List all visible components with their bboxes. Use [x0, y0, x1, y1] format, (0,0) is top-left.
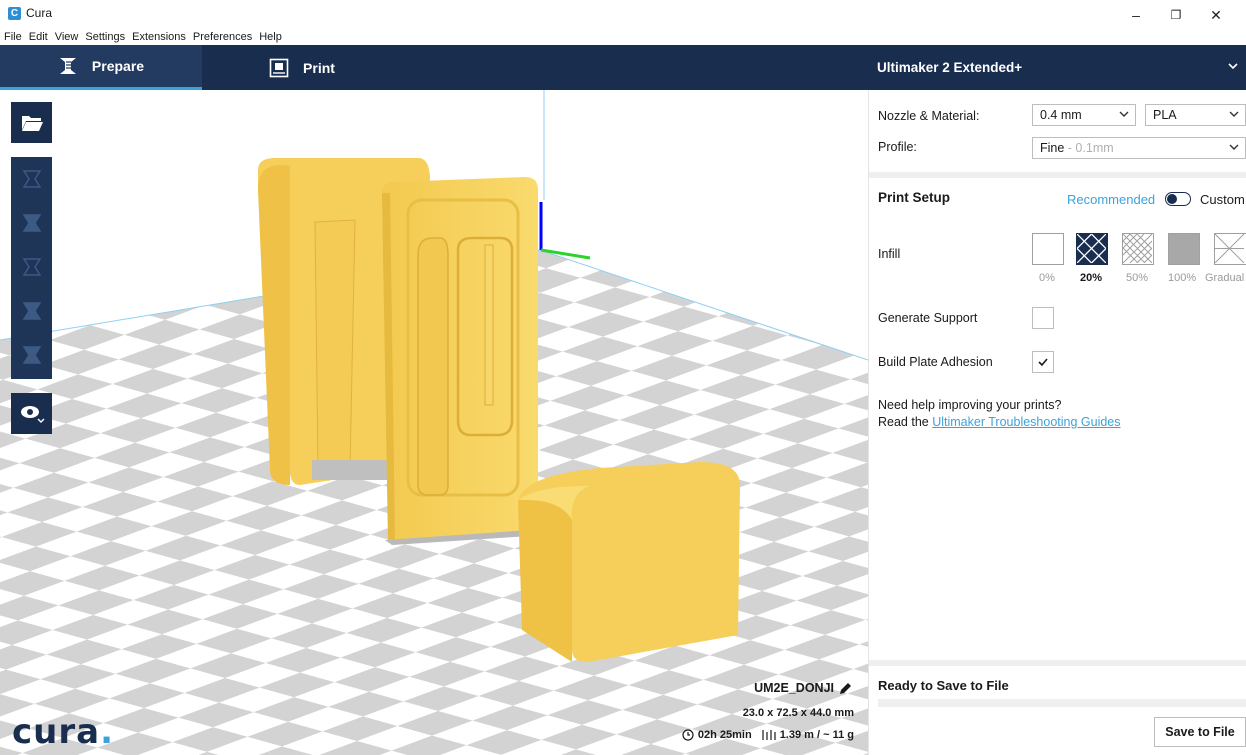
job-name: UM2E_DONJI — [754, 681, 834, 695]
eye-icon — [20, 405, 44, 423]
generate-support-label: Generate Support — [878, 311, 978, 325]
menu-help[interactable]: Help — [255, 29, 285, 45]
machine-selector[interactable]: Ultimaker 2 Extended+ — [877, 45, 1022, 90]
view-mode-button[interactable] — [11, 393, 52, 434]
infill-20-label: 20% — [1080, 272, 1103, 284]
layers-icon — [59, 58, 76, 74]
ready-status: Ready to Save to File — [878, 678, 1009, 693]
move-icon[interactable] — [22, 170, 41, 188]
infill-gradual-label: Gradual — [1205, 272, 1245, 284]
edit-pencil-icon[interactable] — [838, 682, 852, 696]
infill-50-button[interactable] — [1122, 233, 1154, 265]
settings-sidebar: Nozzle & Material: 0.4 mm PLA Profile: F… — [868, 90, 1246, 755]
separator — [869, 172, 1246, 178]
maximize-button[interactable]: ❐ — [1158, 4, 1194, 26]
tab-prepare[interactable]: Prepare — [0, 45, 202, 90]
menu-bar: File Edit View Settings Extensions Prefe… — [0, 29, 285, 45]
material-select[interactable]: PLA — [1145, 104, 1246, 126]
menu-view[interactable]: View — [51, 29, 82, 45]
window-title: Cura — [26, 6, 53, 20]
top-toolbar: Prepare Print Ultimaker 2 Extended+ — [0, 45, 1246, 90]
slicing-progress-bar — [878, 699, 1246, 707]
model-dimensions: 23.0 x 72.5 x 44.0 mm — [742, 707, 854, 719]
profile-select[interactable]: Fine - 0.1mm — [1032, 137, 1246, 159]
infill-0-label: 0% — [1039, 272, 1055, 284]
mirror-icon[interactable] — [22, 302, 41, 320]
infill-sparse-icon — [1076, 233, 1107, 264]
nozzle-select[interactable]: 0.4 mm — [1032, 104, 1136, 126]
separator — [869, 660, 1246, 666]
checkmark-icon — [1038, 358, 1048, 367]
chevron-down-icon — [1229, 144, 1239, 150]
infill-100-button[interactable] — [1168, 233, 1200, 265]
infill-dense-icon — [1122, 233, 1153, 264]
transform-tool-icons — [22, 170, 41, 364]
troubleshooting-guides-link[interactable]: Ultimaker Troubleshooting Guides — [932, 415, 1120, 429]
infill-100-label: 100% — [1168, 272, 1197, 284]
monitor-icon — [269, 58, 289, 77]
infill-gradual-button[interactable] — [1214, 233, 1246, 265]
per-model-settings-icon[interactable] — [22, 346, 41, 364]
tab-prepare-label: Prepare — [91, 58, 145, 74]
scale-icon[interactable] — [22, 214, 41, 232]
chevron-down-icon — [1229, 111, 1239, 117]
toggle-knob — [1167, 194, 1177, 204]
open-file-icon — [21, 115, 43, 131]
tab-print-label: Print — [303, 59, 335, 76]
clock-icon — [682, 729, 694, 741]
mode-recommended[interactable]: Recommended — [1067, 192, 1155, 207]
rotate-icon[interactable] — [22, 258, 41, 276]
title-bar: C Cura – ❐ ✕ — [0, 0, 1246, 30]
infill-gradual-icon — [1214, 233, 1245, 264]
infill-label: Infill — [878, 247, 901, 261]
infill-50-label: 50% — [1126, 272, 1149, 284]
infill-20-button[interactable] — [1076, 233, 1108, 265]
mode-toggle[interactable] — [1165, 192, 1191, 206]
cura-app-icon: C — [8, 7, 21, 20]
help-text: Need help improving your prints? — [878, 398, 1062, 412]
infill-0-button[interactable] — [1032, 233, 1064, 265]
print-estimate: 02h 25min 1.39 m / ~ 11 g — [682, 729, 854, 741]
menu-preferences[interactable]: Preferences — [189, 29, 255, 45]
filament-icon — [762, 730, 776, 740]
menu-file[interactable]: File — [0, 29, 25, 45]
tab-print[interactable]: Print — [202, 45, 402, 90]
nozzle-material-label: Nozzle & Material: — [878, 109, 980, 123]
minimize-button[interactable]: – — [1118, 4, 1154, 26]
menu-extensions[interactable]: Extensions — [128, 29, 189, 45]
print-setup-title: Print Setup — [878, 190, 951, 205]
menu-edit[interactable]: Edit — [25, 29, 51, 45]
profile-label: Profile: — [878, 140, 917, 154]
cura-logo: cura. — [12, 712, 114, 752]
3d-viewport[interactable] — [0, 90, 868, 755]
model-front-piece[interactable] — [382, 177, 538, 545]
close-button[interactable]: ✕ — [1198, 4, 1234, 26]
print-time: 02h 25min — [697, 729, 752, 741]
material-usage: 1.39 m / ~ 11 g — [779, 729, 854, 741]
chevron-down-icon — [1119, 111, 1129, 117]
model-block[interactable] — [518, 462, 740, 662]
mode-custom[interactable]: Custom — [1200, 192, 1245, 207]
help-text-link-line: Read the Ultimaker Troubleshooting Guide… — [878, 415, 1121, 429]
build-plate-scene — [0, 90, 868, 755]
menu-settings[interactable]: Settings — [81, 29, 128, 45]
generate-support-checkbox[interactable] — [1032, 307, 1054, 329]
save-to-file-button[interactable]: Save to File — [1154, 717, 1246, 747]
build-plate-adhesion-checkbox[interactable] — [1032, 351, 1054, 373]
build-plate-adhesion-label: Build Plate Adhesion — [878, 355, 993, 369]
transform-tools — [11, 157, 52, 379]
chevron-down-icon[interactable] — [1226, 59, 1240, 73]
open-file-button[interactable] — [11, 102, 52, 143]
